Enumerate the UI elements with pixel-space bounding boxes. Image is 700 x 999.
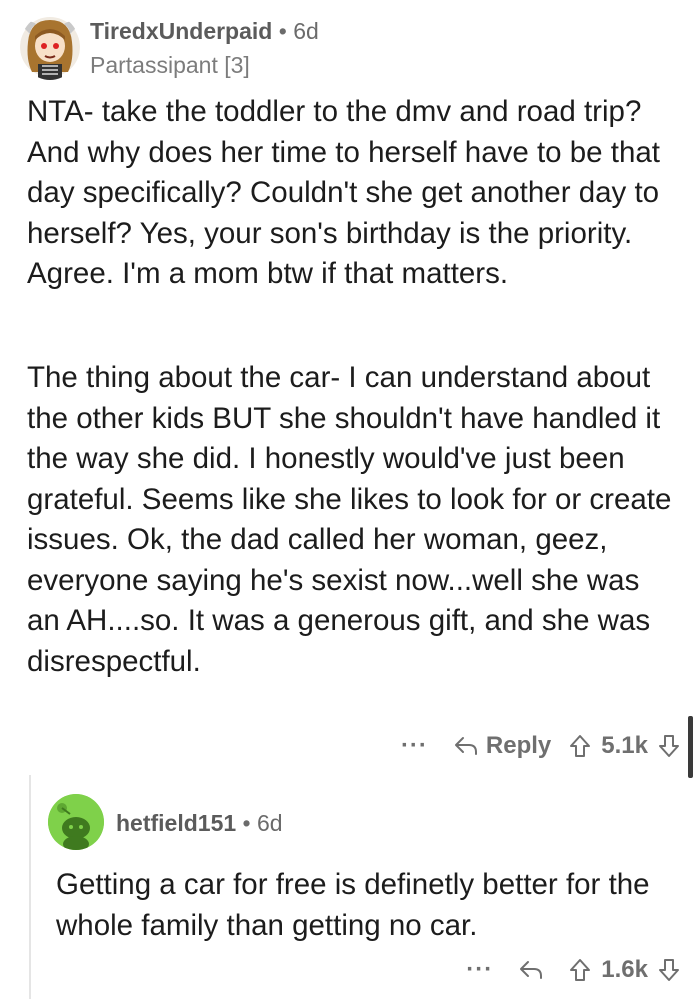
reply-header: hetfield151 • 6d xyxy=(48,794,648,854)
reply-button[interactable]: Reply xyxy=(454,732,551,760)
comment-age: 6d xyxy=(293,18,319,44)
comment-paragraph: The thing about the car- I can understan… xyxy=(27,361,672,678)
username-line: TiredxUnderpaid • 6d xyxy=(90,18,319,45)
upvote-arrow-icon[interactable] xyxy=(569,958,591,982)
reply-arrow-icon xyxy=(520,961,543,979)
cartoon-avatar-icon xyxy=(20,17,80,80)
reply-actions: ··· 1.6k xyxy=(466,950,680,990)
user-avatar[interactable] xyxy=(20,14,80,80)
scrollbar[interactable] xyxy=(688,716,693,778)
reply-label: Reply xyxy=(485,732,552,759)
reply-arrow-icon xyxy=(454,737,477,755)
downvote-arrow-icon[interactable] xyxy=(658,734,680,758)
comment-actions: ··· Reply 5.1k xyxy=(401,726,680,766)
vote-group: 1.6k xyxy=(569,956,680,984)
reply-username-line: hetfield151 • 6d xyxy=(116,810,283,837)
downvote-arrow-icon[interactable] xyxy=(658,958,680,982)
thread-line[interactable] xyxy=(29,775,31,999)
vote-group: 5.1k xyxy=(569,732,680,760)
reply-button[interactable] xyxy=(519,959,551,981)
reply-user-avatar[interactable] xyxy=(48,794,104,850)
snoo-avatar-icon xyxy=(48,794,104,850)
meta-separator: • xyxy=(278,18,287,44)
username[interactable]: TiredxUnderpaid xyxy=(90,18,272,44)
more-options-button[interactable]: ··· xyxy=(466,956,493,984)
upvote-arrow-icon[interactable] xyxy=(569,734,591,758)
comment-header: TiredxUnderpaid • 6d Partassipant [3] xyxy=(20,12,680,82)
reply-age: 6d xyxy=(257,810,283,836)
meta-separator: • xyxy=(242,810,251,836)
comment-paragraph: NTA- take the toddler to the dmv and roa… xyxy=(27,95,660,290)
vote-score: 5.1k xyxy=(601,732,648,759)
user-flair: Partassipant [3] xyxy=(90,52,250,78)
vote-score: 1.6k xyxy=(601,956,648,983)
reply-username[interactable]: hetfield151 xyxy=(116,810,236,836)
more-options-button[interactable]: ··· xyxy=(401,732,428,760)
reply-text: Getting a car for free is definetly bett… xyxy=(56,868,650,942)
